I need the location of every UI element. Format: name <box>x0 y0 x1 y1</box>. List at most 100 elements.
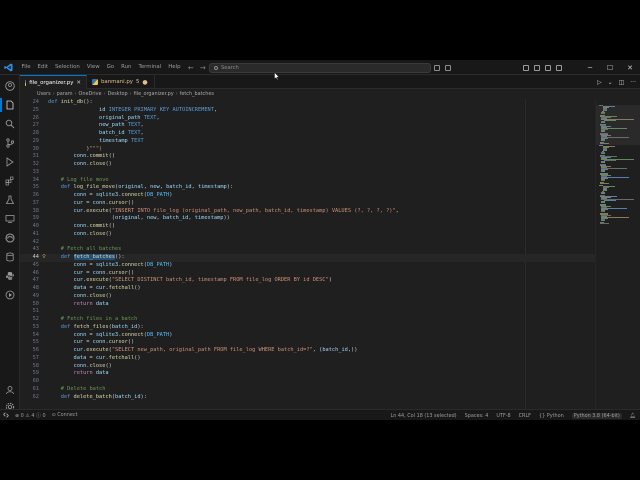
more-actions-icon[interactable]: ··· <box>630 79 636 86</box>
menu-item-edit[interactable]: Edit <box>34 60 51 75</box>
accounts-profile-icon[interactable] <box>4 80 16 92</box>
minimap[interactable] <box>595 99 640 409</box>
toggle-secondary-sidebar-icon[interactable] <box>545 64 551 71</box>
code-line[interactable]: 28 batch_id TEXT, <box>20 130 595 138</box>
edge-devtools-icon[interactable] <box>4 232 16 244</box>
tab-banmani[interactable]: banmani.py 5 ● <box>87 75 155 89</box>
testing-icon[interactable] <box>4 194 16 206</box>
minimap-slider[interactable] <box>596 105 640 145</box>
explorer-icon[interactable] <box>0 98 16 112</box>
code-line[interactable]: 35 def log_file_move(original, new, batc… <box>20 184 595 192</box>
code-line[interactable]: 32 conn.close() <box>20 161 595 169</box>
breadcrumb-item[interactable]: OneDrive <box>79 91 102 97</box>
menu-item-help[interactable]: Help <box>165 60 184 75</box>
code-line[interactable]: 30 )""") <box>20 146 595 154</box>
code-line[interactable]: 36 conn = sqlite3.connect(DB_PATH) <box>20 192 595 200</box>
unsaved-dot-icon[interactable]: ● <box>142 79 147 86</box>
indentation[interactable]: Spaces: 4 <box>465 413 489 419</box>
lightbulb-icon[interactable]: 💡︎ <box>41 254 47 262</box>
breadcrumb-item[interactable]: fetch_batches <box>180 91 214 97</box>
code-line[interactable]: 48 data = cur.fetchall() <box>20 285 595 293</box>
code-line[interactable]: 44 💡︎ def fetch_batches(): <box>20 254 595 262</box>
tab-file-organizer[interactable]: file_organizer.py ✕ <box>20 75 87 89</box>
copilot-chat-icon[interactable] <box>445 64 451 71</box>
menu-item-go[interactable]: Go <box>103 60 117 75</box>
split-editor-icon[interactable]: ◫ <box>619 79 625 86</box>
forward-arrow-icon[interactable]: → <box>200 64 206 72</box>
code-line[interactable]: 26 original_path TEXT, <box>20 115 595 123</box>
breadcrumb-item[interactable]: param <box>57 91 73 97</box>
code-line[interactable]: 51 <box>20 308 595 316</box>
minimize-icon[interactable]: ─ <box>580 64 600 72</box>
customize-layout-icon[interactable] <box>556 64 562 71</box>
toggle-panel-icon[interactable] <box>534 64 540 71</box>
code-line[interactable]: 54 conn = sqlite3.connect(DB_PATH) <box>20 332 595 340</box>
code-line[interactable]: 41 conn.close() <box>20 231 595 239</box>
code-line[interactable]: 27 new_path TEXT, <box>20 122 595 130</box>
code-line[interactable]: 61 # Delete batch <box>20 386 595 394</box>
code-line[interactable]: 52 # Fetch files in a batch <box>20 316 595 324</box>
search-view-icon[interactable] <box>4 118 16 130</box>
connect-status[interactable]: ⊙ Connect <box>52 412 78 418</box>
database-icon[interactable] <box>4 251 16 263</box>
back-arrow-icon[interactable]: ← <box>188 64 194 72</box>
code-line[interactable]: 38 cur.execute("INSERT INTO file_log (or… <box>20 208 595 216</box>
run-python-file-icon[interactable]: ▷ <box>597 79 602 86</box>
remote-indicator-icon[interactable] <box>0 409 12 420</box>
run-play-icon[interactable] <box>4 289 16 301</box>
run-dropdown-icon[interactable]: ⌄ <box>608 79 613 86</box>
code-line[interactable]: 40 conn.commit() <box>20 223 595 231</box>
code-line[interactable]: 45 conn = sqlite3.connect(DB_PATH) <box>20 262 595 270</box>
code-line[interactable]: 50 return data <box>20 301 595 309</box>
python-interpreter[interactable]: Python 3.8 (64-bit) <box>571 412 622 419</box>
code-line[interactable]: 49 conn.close() <box>20 293 595 301</box>
menu-item-view[interactable]: View <box>83 60 103 75</box>
code-line[interactable]: 24 def init_db(): <box>20 99 595 107</box>
python-icon[interactable] <box>4 270 16 282</box>
code-line[interactable]: 33 <box>20 169 595 177</box>
menu-item-selection[interactable]: Selection <box>51 60 83 75</box>
code-line[interactable]: 46 cur = conn.cursor() <box>20 270 595 278</box>
code-line[interactable]: 31 conn.commit() <box>20 153 595 161</box>
code-line[interactable]: 37 cur = conn.cursor() <box>20 200 595 208</box>
code-line[interactable]: 59 return data <box>20 370 595 378</box>
code-line[interactable]: 57 data = cur.fetchall() <box>20 355 595 363</box>
encoding[interactable]: UTF-8 <box>496 413 510 419</box>
code-line[interactable]: 56 cur.execute("SELECT new_path, origina… <box>20 347 595 355</box>
menu-item-run[interactable]: Run <box>118 60 135 75</box>
close-tab-icon[interactable]: ✕ <box>76 80 81 86</box>
breadcrumb-item[interactable]: file_organizer.py <box>134 91 174 97</box>
code-line[interactable]: 47 cur.execute("SELECT DISTINCT batch_id… <box>20 277 595 285</box>
cursor-position[interactable]: Ln 44, Col 18 (13 selected) <box>391 413 457 419</box>
maximize-icon[interactable]: ☐ <box>600 64 620 72</box>
code-line[interactable]: 53 def fetch_files(batch_id): <box>20 324 595 332</box>
copilot-icon[interactable] <box>434 64 440 71</box>
extensions-icon[interactable] <box>4 175 16 187</box>
run-debug-icon[interactable] <box>4 156 16 168</box>
problems-status[interactable]: ⊗ 0 ⚠ 4 ⓘ 0 <box>15 412 46 419</box>
breadcrumb-item[interactable]: Users <box>37 91 51 97</box>
code-line[interactable]: 55 cur = conn.cursor() <box>20 339 595 347</box>
remote-explorer-icon[interactable] <box>4 213 16 225</box>
code-line[interactable]: 34 # Log file move <box>20 177 595 185</box>
close-window-icon[interactable]: ✕ <box>620 64 640 72</box>
language-mode[interactable]: {} Python <box>539 413 564 419</box>
end-of-line[interactable]: CRLF <box>519 413 531 419</box>
command-center-search[interactable]: Search <box>209 62 431 73</box>
code-line[interactable]: 62 def delete_batch(batch_id): <box>20 394 595 402</box>
breadcrumb-item[interactable]: Desktop <box>107 91 127 97</box>
code-line[interactable]: 29 timestamp TEXT <box>20 138 595 146</box>
notifications-bell-icon[interactable]: 🔔︎ <box>630 413 636 419</box>
code-editor[interactable]: 24 def init_db(): 25 id INTEGER PRIMARY KE… <box>20 99 595 409</box>
code-line[interactable]: 60 <box>20 378 595 386</box>
code-line[interactable]: 43 # Fetch all batches <box>20 246 595 254</box>
menu-item-file[interactable]: File <box>18 60 34 75</box>
code-line[interactable]: 42 <box>20 239 595 247</box>
source-control-icon[interactable] <box>4 137 16 149</box>
code-line[interactable]: 58 conn.close() <box>20 363 595 371</box>
account-icon[interactable] <box>4 384 16 396</box>
toggle-primary-sidebar-icon[interactable] <box>523 64 529 71</box>
menu-item-terminal[interactable]: Terminal <box>135 60 165 75</box>
code-line[interactable]: 25 id INTEGER PRIMARY KEY AUTOINCREMENT, <box>20 107 595 115</box>
code-line[interactable]: 39 (original, new, batch_id, timestamp)) <box>20 215 595 223</box>
